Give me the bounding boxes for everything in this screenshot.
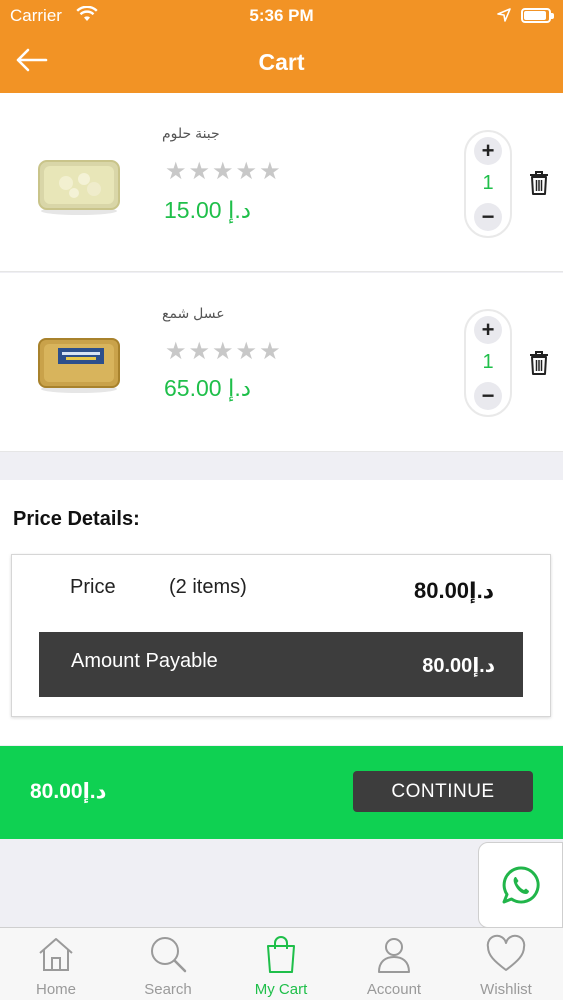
increase-quantity-button[interactable]: + <box>474 316 502 344</box>
price-details-heading: Price Details: <box>13 508 140 530</box>
items-count: (2 items) <box>169 576 247 598</box>
whatsapp-button[interactable] <box>478 842 563 928</box>
rating-stars: ★★★★★ <box>165 158 283 185</box>
search-icon <box>151 937 187 973</box>
trash-icon[interactable] <box>528 350 552 378</box>
tab-account[interactable]: Account <box>338 928 450 1000</box>
price-details-box: Price (2 items) 80.00د.إ Amount Payable … <box>11 554 551 717</box>
tab-my-cart[interactable]: My Cart <box>225 928 337 1000</box>
tab-label: Home <box>35 981 76 998</box>
rating-stars: ★★★★★ <box>165 338 283 365</box>
whatsapp-icon <box>502 866 540 904</box>
tab-label: Wishlist <box>480 981 532 998</box>
cart-item: عسل شمع ★★★★★ 65.00 د.إ + 1 − <box>0 273 563 452</box>
shopping-bag-icon <box>267 936 295 973</box>
location-arrow-icon <box>497 7 511 27</box>
product-price: 15.00 د.إ <box>164 197 251 223</box>
page-title: Cart <box>258 49 305 75</box>
decrease-quantity-button[interactable]: − <box>474 203 502 231</box>
product-price: 65.00 د.إ <box>164 375 251 401</box>
amount-payable-value: 80.00د.إ <box>422 655 495 677</box>
status-bar: Carrier 5:36 PM <box>0 0 563 32</box>
checkout-bar: 80.00د.إ CONTINUE <box>0 746 563 839</box>
product-image-honeycomb[interactable] <box>36 333 122 393</box>
tab-search[interactable]: Search <box>112 928 224 1000</box>
quantity-stepper: + 1 − <box>464 130 512 238</box>
tab-wishlist[interactable]: Wishlist <box>450 928 562 1000</box>
tab-bar: Home Search My Cart Account Wishlist <box>0 927 563 1000</box>
product-name: عسل شمع <box>162 305 225 321</box>
product-image-halloumi[interactable] <box>36 155 122 215</box>
quantity-value: 1 <box>482 172 494 194</box>
tab-label: My Cart <box>254 981 308 998</box>
product-name: جبنة حلوم <box>162 125 220 141</box>
heart-icon <box>486 934 526 971</box>
continue-button[interactable]: CONTINUE <box>353 771 533 812</box>
quantity-value: 1 <box>482 351 494 373</box>
price-value: 80.00د.إ <box>413 578 494 603</box>
amount-payable-label: Amount Payable <box>71 650 218 672</box>
trash-icon[interactable] <box>528 170 552 198</box>
user-icon <box>378 938 410 973</box>
tab-label: Account <box>366 981 422 998</box>
battery-icon <box>521 8 554 23</box>
increase-quantity-button[interactable]: + <box>474 137 502 165</box>
tab-home[interactable]: Home <box>0 928 112 1000</box>
tab-label: Search <box>144 981 192 998</box>
decrease-quantity-button[interactable]: − <box>474 382 502 410</box>
status-time: 5:36 PM <box>249 6 314 25</box>
cart-item: جبنة حلوم ★★★★★ 15.00 د.إ + 1 − <box>0 93 563 272</box>
quantity-stepper: + 1 − <box>464 309 512 417</box>
home-icon <box>39 938 73 971</box>
total-amount: 80.00د.إ <box>30 780 107 803</box>
price-label: Price <box>70 576 116 598</box>
amount-payable-row: Amount Payable 80.00د.إ <box>39 632 523 697</box>
price-details-section: Price Details: Price (2 items) 80.00د.إ … <box>0 480 563 745</box>
